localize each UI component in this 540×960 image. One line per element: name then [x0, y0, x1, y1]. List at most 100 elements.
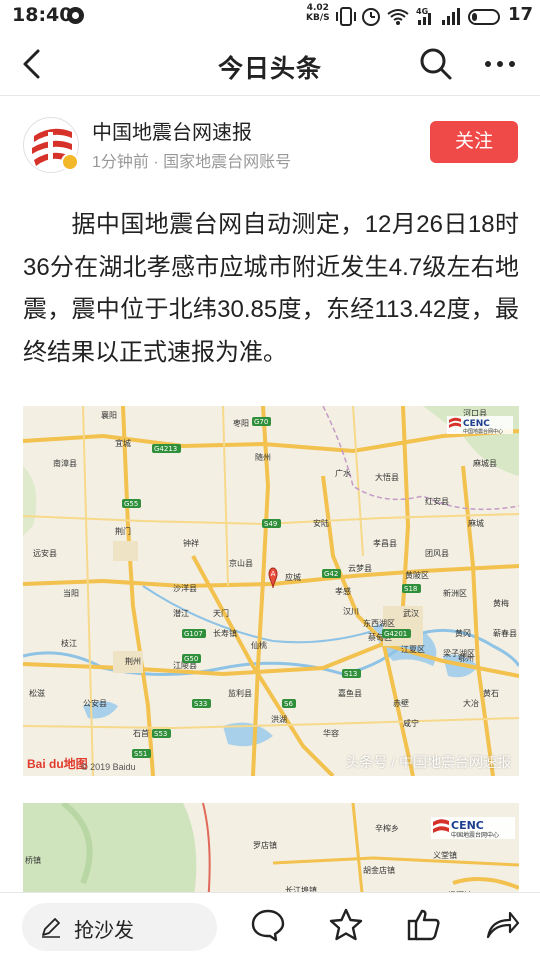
search-icon[interactable]	[418, 46, 454, 82]
map-drawing: A 襄阳随州广水 大悟县荆门京山县应城孝感 孝昌县 安陆云梦县黄陂区天门 潜江仙桃 武汉 汉…	[23, 406, 519, 776]
bottom-action-bar: 抢沙发	[0, 892, 540, 960]
share-icon[interactable]	[484, 907, 520, 943]
map-place-label: 潜江	[173, 608, 189, 618]
map-place-label: 麻城	[468, 518, 484, 528]
status-bar: 18:40 4.02 KB/S 4G 17	[0, 0, 540, 32]
map-place-label: 洪湖	[271, 714, 287, 724]
map-place-label: 华容	[323, 728, 339, 738]
map-place-label: 罗店镇	[253, 840, 277, 850]
map-road-label: S49	[264, 520, 277, 528]
map-place-label: 梁子湖区	[443, 649, 475, 658]
map-place-label: 红安县	[425, 496, 449, 506]
cenc-logo-text: CENC	[463, 419, 490, 429]
map-place-label: 枣阳	[233, 418, 249, 428]
article-body: 据中国地震台网自动测定，12月26日18时36分在湖北孝感市应城市附近发生4.7…	[23, 204, 519, 374]
page-title: 今日头条	[217, 54, 322, 83]
map-place-label: 当阳	[63, 588, 79, 598]
map-road-labels: G70 G4213 G55 G42 G4201 G50 G107 S18 S49 S6 S13 S33…	[122, 417, 421, 758]
cenc-logo-subtitle: 中国地震台网中心	[463, 428, 503, 435]
comment-icon[interactable]	[250, 907, 286, 943]
map-place-label: 辛榨乡	[375, 823, 399, 833]
cenc-logo-icon-2: CENC 中国地震台网中心	[431, 817, 515, 839]
map-road-label: S18	[404, 585, 417, 593]
vibrate-icon	[336, 7, 356, 26]
map-place-label: 黄冈	[455, 628, 471, 638]
map-place-label: 沙洋县	[173, 583, 197, 593]
map-road-label: G4201	[384, 630, 407, 638]
map-place-label: 天门	[213, 608, 229, 618]
author-name[interactable]: 中国地震台网速报	[92, 116, 252, 145]
map-place-label: 钟祥	[183, 538, 199, 548]
map-place-label: 仙桃	[251, 640, 267, 650]
map-place-label: 大冶	[463, 698, 479, 708]
map-road-label: G4213	[154, 445, 177, 453]
battery-icon	[468, 9, 500, 25]
cenc-logo-2: CENC 中国地震台网中心	[431, 815, 515, 845]
map-place-label: 随州	[255, 452, 271, 462]
image-watermark: 头条号 / 中国地震台网速报	[345, 754, 511, 770]
like-thumb-icon[interactable]	[406, 907, 442, 943]
network-speed-value: 4.02	[306, 3, 329, 13]
baidu-copyright: © 2019 Baidu	[81, 762, 136, 772]
map-road-label: S53	[154, 730, 167, 738]
map-place-label: 荆门	[115, 526, 131, 536]
map-place-label: 南漳县	[53, 458, 77, 468]
wifi-icon	[387, 9, 409, 25]
marker-label: A	[271, 570, 276, 578]
cenc-logo-subtitle-2: 中国地震台网中心	[451, 831, 499, 839]
map-place-label: 赤壁	[393, 698, 409, 708]
signal-icon	[442, 8, 460, 25]
map-place-label: 京山县	[229, 558, 253, 568]
cenc-logo: CENC 中国地震台网中心	[447, 414, 513, 440]
pen-icon	[42, 918, 60, 938]
map-place-label: 广水	[335, 468, 351, 478]
article-text: 据中国地震台网自动测定，12月26日18时36分在湖北孝感市应城市附近发生4.7…	[23, 211, 519, 366]
map-place-label: 武汉	[403, 608, 419, 618]
comment-input[interactable]: 抢沙发	[22, 903, 217, 951]
map-place-label: 黄陂区	[405, 570, 429, 580]
map-place-label: 义堂镇	[433, 850, 457, 860]
map-place-label: 枝江	[61, 638, 77, 648]
map-place-label: 胡金店镇	[363, 865, 395, 875]
network-speed: 4.02 KB/S	[306, 3, 330, 23]
top-nav-bar: 今日头条	[0, 32, 540, 96]
map-place-label: 孝感	[335, 586, 351, 596]
baidu-map-logo: Bai du地图	[27, 757, 88, 771]
verified-badge-icon	[61, 153, 79, 171]
map-road-label: G107	[184, 630, 203, 638]
map-road-label: S6	[284, 700, 293, 708]
follow-button[interactable]: 关注	[430, 121, 518, 163]
earthquake-map-image[interactable]: A 襄阳 随州 广水 大悟县 荆门 京山县 应城 孝感 孝昌县 安陆 云梦县 黄陂区 天门 潜江 仙桃 武汉 汉…	[23, 406, 519, 776]
map-place-label: 大悟县	[375, 472, 399, 482]
map-place-label: 襄阳	[101, 410, 117, 420]
signal-4g-icon: 4G	[416, 7, 431, 25]
network-speed-unit: KB/S	[306, 13, 330, 23]
map-place-label: 团风县	[425, 549, 449, 558]
map-place-label: 江夏区	[401, 645, 425, 654]
map-place-label: 石首	[133, 728, 149, 738]
notification-app-icon	[67, 7, 84, 24]
cenc-logo-text-2: CENC	[451, 819, 484, 832]
map-place-label: 宜城	[115, 438, 131, 448]
map-place-label: 蕲春县	[493, 628, 517, 638]
map-road-label: G50	[184, 655, 198, 663]
map-place-label: 黄梅	[493, 598, 509, 608]
favorite-star-icon[interactable]	[328, 907, 364, 943]
map-place-label: 安陆	[313, 518, 329, 528]
map-road-label: G70	[254, 418, 268, 426]
map-road-label: S13	[344, 670, 357, 678]
map-place-label: 监利县	[228, 688, 252, 698]
map-place-label: 公安县	[83, 698, 107, 708]
comment-placeholder: 抢沙发	[74, 920, 134, 942]
map-place-label: 桥镇	[25, 855, 41, 865]
status-time: 18:40	[12, 4, 73, 26]
map-place-label: 荆州	[125, 656, 141, 666]
network-type: 4G	[416, 7, 428, 16]
map-place-label: 东西湖区	[363, 618, 395, 628]
map-place-label: 咸宁	[403, 718, 419, 728]
map-place-label: 孝昌县	[373, 539, 397, 548]
cenc-logo-icon: CENC 中国地震台网中心	[447, 416, 513, 435]
more-icon[interactable]	[478, 46, 522, 82]
earthquake-map-image-2[interactable]: 桥镇罗店镇辛榨乡义堂镇胡金店镇长江埠镇杨河镇 CENC 中国地震台网中心	[23, 803, 519, 903]
map-place-label: 远安县	[33, 548, 57, 558]
